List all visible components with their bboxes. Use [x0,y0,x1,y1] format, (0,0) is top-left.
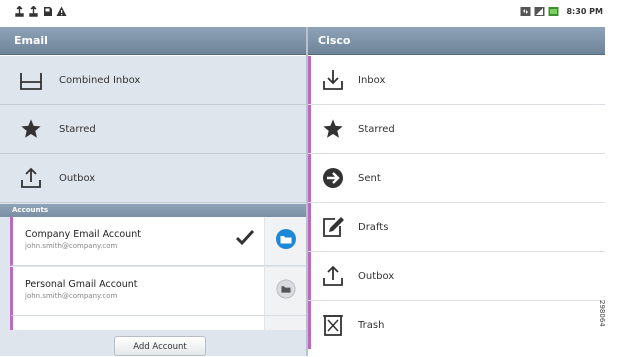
account-email: john.smith@company.com [25,292,118,300]
outbox-label: Outbox [59,172,96,184]
account-name: Personal Gmail Account [25,279,138,290]
account-list-end-side [264,316,306,330]
combined-inbox-label: Combined Inbox [59,74,141,86]
account-name: Company Email Account [25,229,141,240]
folder-label: Trash [358,319,385,331]
folder-drafts[interactable]: Drafts [308,203,605,252]
accent-bar [308,252,311,300]
accent-bar [308,154,311,202]
checkmark-icon [235,229,255,251]
folder-label: Drafts [358,221,389,233]
account-email: john.smith@company.com [25,242,118,250]
folder-icon [275,228,297,254]
accent-bar [308,105,311,153]
add-account-button[interactable]: Add Account [114,336,206,356]
folder-icon [275,279,296,303]
combined-inbox-item[interactable]: Combined Inbox [0,56,306,105]
usb-icon [29,6,38,17]
figure-id-watermark: 298064 [598,300,606,327]
outbox-item[interactable]: Outbox [0,154,306,203]
account-folders-button[interactable] [264,267,306,316]
folder-label: Inbox [358,74,386,86]
status-bar: 8:30 PM [0,0,621,27]
folder-inbox[interactable]: Inbox [308,56,605,105]
starred-label: Starred [59,123,96,135]
account-list-end [10,316,264,330]
accent-bar [308,301,311,349]
sent-arrow-icon [321,166,345,190]
accent-bar [308,56,311,104]
folder-outbox[interactable]: Outbox [308,252,605,301]
folder-label: Sent [358,172,381,184]
outbox-icon [321,264,345,288]
status-time: 8:30 PM [566,7,603,16]
account-folders-button[interactable] [264,217,306,266]
star-icon [19,117,43,141]
folder-pane-title: Cisco [308,27,605,55]
inbox-download-icon [321,68,345,92]
folder-trash[interactable]: Trash [308,301,605,349]
email-pane-title: Email [0,27,306,55]
folder-label: Outbox [358,270,395,282]
accounts-header: Accounts [0,204,306,217]
outbox-icon [19,166,43,190]
folder-label: Starred [358,123,395,135]
battery-icon [548,7,559,16]
star-icon [321,117,345,141]
warning-icon [56,6,67,16]
accent-bar [308,203,311,251]
right-margin [605,56,621,356]
folder-sent[interactable]: Sent [308,154,605,203]
trash-icon [321,313,345,337]
inbox-tray-icon [19,68,43,92]
signal-icon [534,7,545,16]
account-personal-gmail[interactable]: Personal Gmail Account john.smith@compan… [10,267,264,316]
sync-icon [520,7,531,16]
usb-icon [15,6,24,17]
account-company[interactable]: Company Email Account john.smith@company… [10,217,264,266]
drafts-pencil-icon [321,215,345,239]
starred-item[interactable]: Starred [0,105,306,154]
sd-card-icon [44,7,52,16]
folder-starred[interactable]: Starred [308,105,605,154]
